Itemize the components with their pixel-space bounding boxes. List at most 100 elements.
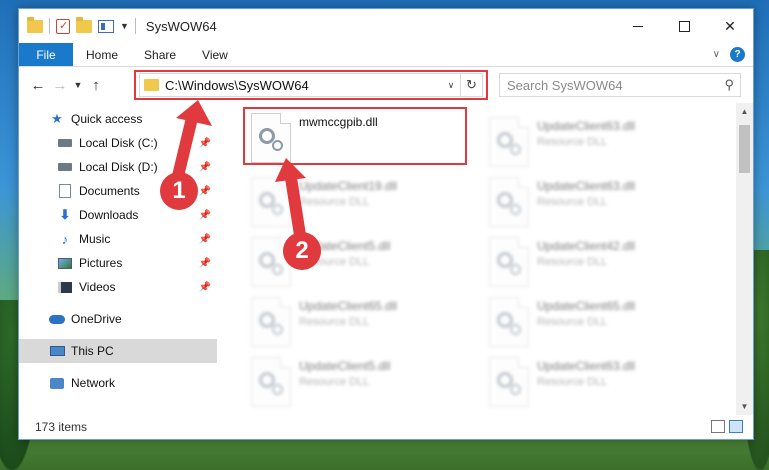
dll-file-icon <box>489 177 529 227</box>
pin-icon: 📌 <box>198 209 211 221</box>
drive-icon <box>57 136 73 150</box>
scroll-down-icon[interactable]: ▼ <box>736 398 753 415</box>
file-tile[interactable]: UpdateClient65.dll Resource DLL <box>245 293 475 351</box>
sidebar-item-label: Documents <box>79 184 140 198</box>
details-view-icon[interactable] <box>711 420 725 433</box>
recent-locations-icon[interactable]: ▼ <box>71 80 85 90</box>
sidebar-item-label: Pictures <box>79 256 123 270</box>
tab-home[interactable]: Home <box>73 43 131 66</box>
status-bar: 173 items <box>19 415 753 439</box>
file-tile[interactable]: UpdateClient63.dll Resource DLL <box>483 113 713 171</box>
music-icon: ♪ <box>61 231 69 247</box>
sidebar-item-network[interactable]: Network <box>19 371 217 395</box>
file-tile[interactable]: UpdateClient63.dll Resource DLL <box>483 353 713 411</box>
file-tile[interactable]: UpdateClient5.dll Resource DLL <box>245 353 475 411</box>
sidebar-item-quick-access[interactable]: ★ Quick access <box>19 107 217 131</box>
sidebar-item-videos[interactable]: Videos 📌 <box>19 275 217 299</box>
sidebar-item-label: This PC <box>71 344 114 358</box>
properties-icon[interactable] <box>56 18 70 34</box>
help-icon[interactable]: ? <box>730 47 745 62</box>
file-tile[interactable]: UpdateClient63.dll Resource DLL <box>483 173 713 231</box>
back-arrow-icon[interactable]: ← <box>27 77 49 94</box>
up-arrow-icon[interactable]: ↑ <box>85 77 107 94</box>
file-tile[interactable]: UpdateClient42.dll Resource DLL <box>483 233 713 291</box>
search-icon: ⚲ <box>724 77 734 92</box>
file-tile[interactable]: UpdateClient19.dll Resource DLL <box>245 173 475 231</box>
star-icon: ★ <box>51 111 63 126</box>
file-name: UpdateClient63.dll <box>537 359 636 373</box>
dll-file-icon <box>489 357 529 407</box>
file-type: Resource DLL <box>299 316 370 328</box>
item-count: 173 items <box>35 420 88 434</box>
title-bar: ▼ SysWOW64 ✕ <box>19 9 753 43</box>
view-icon[interactable] <box>98 19 114 33</box>
sidebar-item-this-pc[interactable]: This PC <box>19 339 217 363</box>
tab-share[interactable]: Share <box>131 43 189 66</box>
file-type: Resource DLL <box>537 256 608 268</box>
pin-icon: 📌 <box>198 233 211 245</box>
scroll-thumb[interactable] <box>739 125 750 173</box>
file-tile[interactable]: UpdateClient65.dll Resource DLL <box>483 293 713 351</box>
sidebar-item-label: Videos <box>79 280 116 294</box>
close-button[interactable]: ✕ <box>707 9 753 43</box>
scroll-up-icon[interactable]: ▲ <box>736 103 753 120</box>
cloud-icon <box>49 312 65 326</box>
minimize-button[interactable] <box>615 9 661 43</box>
sidebar-item-label: Quick access <box>71 112 143 126</box>
documents-icon <box>57 184 73 198</box>
step-2-badge: 2 <box>283 232 321 270</box>
window-controls: ✕ <box>615 9 753 43</box>
file-type: Resource DLL <box>299 376 370 388</box>
step-1-badge: 1 <box>160 172 198 210</box>
quick-access-toolbar: ▼ <box>19 16 136 34</box>
pin-icon: 📌 <box>198 161 211 173</box>
dll-file-icon <box>489 117 529 167</box>
forward-arrow-icon[interactable]: → <box>49 77 71 94</box>
file-type: Resource DLL <box>537 376 608 388</box>
tab-file[interactable]: File <box>19 43 73 66</box>
navigation-pane: ★ Quick access Local Disk (C:) 📌 Local D… <box>19 103 217 415</box>
divider <box>134 18 136 34</box>
sidebar-item-label: Downloads <box>79 208 139 222</box>
expand-ribbon-icon[interactable]: ∨ <box>713 49 720 60</box>
sidebar-item-label: Network <box>71 376 116 390</box>
window-title: SysWOW64 <box>145 18 217 34</box>
sidebar-item-label: Music <box>79 232 111 246</box>
sidebar-item-label: Local Disk (C:) <box>79 136 158 150</box>
file-type: Resource DLL <box>299 196 370 208</box>
tab-view[interactable]: View <box>189 43 241 66</box>
file-name: UpdateClient5.dll <box>299 359 391 373</box>
file-name: UpdateClient19.dll <box>299 179 398 193</box>
file-highlight-box <box>243 107 467 165</box>
sidebar-item-onedrive[interactable]: OneDrive <box>19 307 217 331</box>
sidebar-item-label: OneDrive <box>71 312 122 326</box>
sidebar-item-local-disk-c[interactable]: Local Disk (C:) 📌 <box>19 131 217 155</box>
dll-file-icon <box>251 177 291 227</box>
large-icons-view-icon[interactable] <box>729 420 743 433</box>
chevron-down-icon[interactable]: ▼ <box>120 21 129 31</box>
pin-icon: 📌 <box>198 281 211 293</box>
search-placeholder: Search SysWOW64 <box>507 77 623 93</box>
dll-file-icon <box>489 297 529 347</box>
navigation-bar: ← → ▼ ↑ C:\Windows\SysWOW64 ∨ ↻ Search S… <box>19 67 753 103</box>
sidebar-item-pictures[interactable]: Pictures 📌 <box>19 251 217 275</box>
sidebar-item-music[interactable]: ♪ Music 📌 <box>19 227 217 251</box>
search-input[interactable]: Search SysWOW64 ⚲ <box>499 73 741 97</box>
file-name: UpdateClient63.dll <box>537 119 636 133</box>
address-highlight-box <box>134 70 488 100</box>
sidebar-item-label: Local Disk (D:) <box>79 160 158 174</box>
file-name: UpdateClient65.dll <box>299 299 398 313</box>
drive-icon <box>57 160 73 174</box>
vertical-scrollbar[interactable]: ▲ ▼ <box>736 103 753 415</box>
file-name: UpdateClient63.dll <box>537 179 636 193</box>
dll-file-icon <box>489 237 529 287</box>
network-icon <box>49 376 65 390</box>
new-folder-icon[interactable] <box>76 16 92 33</box>
maximize-button[interactable] <box>661 9 707 43</box>
file-tile[interactable]: UpdateClient5.dll Resource DLL <box>245 233 475 291</box>
pin-icon: 📌 <box>198 185 211 197</box>
dll-file-icon <box>251 357 291 407</box>
file-name: UpdateClient65.dll <box>537 299 636 313</box>
